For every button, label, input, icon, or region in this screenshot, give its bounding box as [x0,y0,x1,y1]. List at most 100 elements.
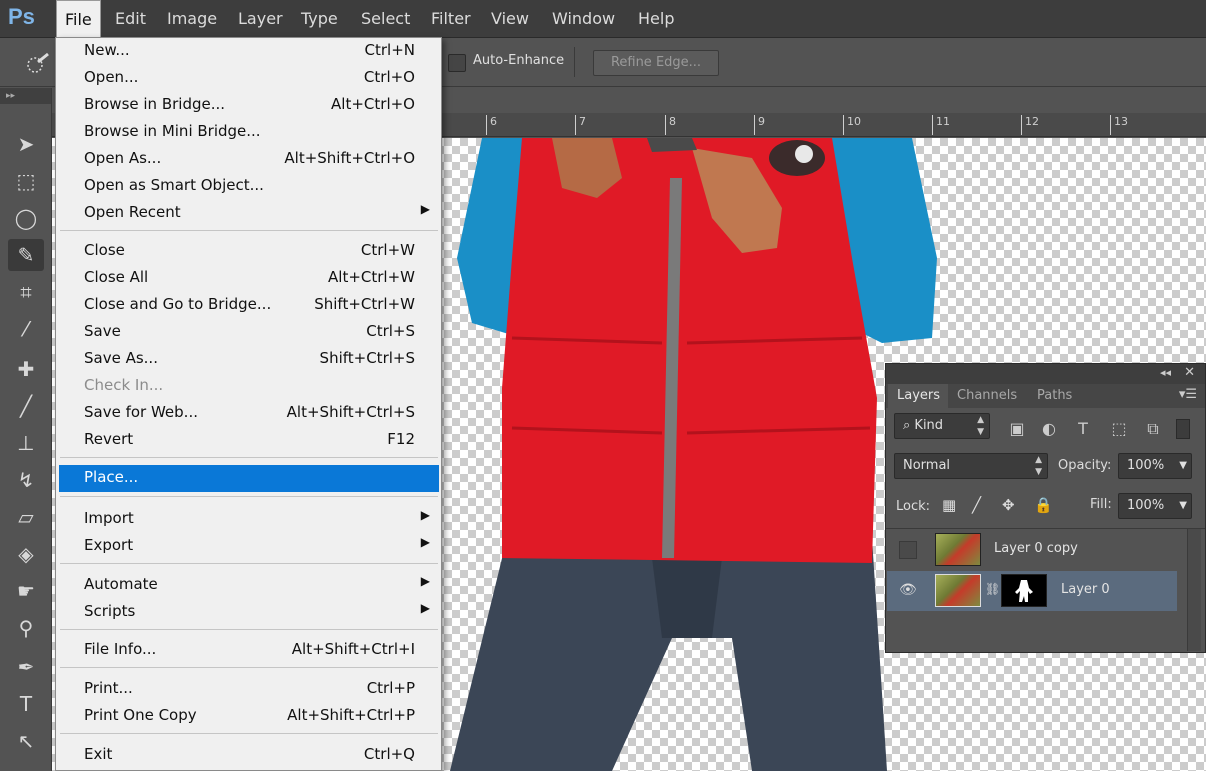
fill-field[interactable]: 100% ▼ [1118,493,1192,519]
tab-paths[interactable]: Paths [1028,384,1082,408]
menu-image[interactable]: Image [159,0,225,38]
opacity-label: Opacity: [1058,458,1112,473]
menu-item-exit[interactable]: Exit Ctrl+Q [59,742,439,769]
menu-item-new[interactable]: New... Ctrl+N [59,38,439,65]
filter-smart-object-icon[interactable]: ⧉ [1142,419,1164,439]
pen-tool-icon[interactable]: ✒ [8,651,44,683]
menu-item-scripts[interactable]: Scripts ▶ [59,599,439,626]
menu-item-close-and-go-to-bridge[interactable]: Close and Go to Bridge... Shift+Ctrl+W [59,292,439,319]
layer-name[interactable]: Layer 0 copy [994,541,1078,556]
menu-item-open-as[interactable]: Open As... Alt+Shift+Ctrl+O [59,146,439,173]
ruler-tick: 6 [486,115,497,135]
layer-row-selected[interactable]: 👁 ⛓ Layer 0 [887,571,1177,611]
lock-transparent-icon[interactable]: ▦ [942,496,956,514]
menu-item-browse-in-bridge[interactable]: Browse in Bridge... Alt+Ctrl+O [59,92,439,119]
move-tool-icon[interactable]: ➤ [8,128,44,160]
menu-item-close[interactable]: Close Ctrl+W [59,238,439,265]
visibility-toggle[interactable] [899,541,917,559]
collapse-icon[interactable]: ◂◂ [1160,366,1171,379]
toolbox-collapse-handle[interactable]: ▸▸ [0,88,51,104]
options-divider [574,47,575,77]
menu-item-print[interactable]: Print... Ctrl+P [59,676,439,703]
menu-filter[interactable]: Filter [423,0,479,38]
menu-select[interactable]: Select [353,0,418,38]
dodge-tool-icon[interactable]: ⚲ [8,612,44,644]
path-selection-tool-icon[interactable]: ↖ [8,725,44,757]
lock-position-icon[interactable]: ✥ [1002,496,1015,514]
menu-item-save-as[interactable]: Save As... Shift+Ctrl+S [59,346,439,373]
menu-item-revert[interactable]: Revert F12 [59,427,439,454]
menu-item-file-info[interactable]: File Info... Alt+Shift+Ctrl+I [59,637,439,664]
tab-layers[interactable]: Layers [888,384,950,408]
lock-image-icon[interactable]: ╱ [972,496,981,514]
auto-enhance-checkbox[interactable] [448,54,466,72]
healing-brush-tool-icon[interactable]: ✚ [8,353,44,385]
menu-item-automate[interactable]: Automate ▶ [59,572,439,599]
link-icon[interactable]: ⛓ [985,582,1000,596]
tab-channels[interactable]: Channels [948,384,1027,408]
history-brush-tool-icon[interactable]: ↯ [8,464,44,496]
blend-mode-select[interactable]: Normal ▲ ▼ [894,453,1048,479]
paint-bucket-tool-icon[interactable]: ◈ [8,538,44,570]
filter-type-icon[interactable]: T [1072,419,1094,439]
panel-menu-icon[interactable]: ▾☰ [1179,387,1197,402]
menu-edit[interactable]: Edit [107,0,154,38]
menu-item-import[interactable]: Import ▶ [59,506,439,533]
type-tool-icon[interactable]: T [8,688,44,720]
quick-selection-tool-icon[interactable]: ✎ [8,239,44,271]
chevron-down-icon: ▼ [1179,500,1187,511]
filter-toggle-switch[interactable] [1176,419,1190,439]
filter-kind-select[interactable]: ⌕ Kind ▲ ▼ [894,413,990,439]
layers-panel: ◂◂ ✕ Layers Channels Paths ▾☰ ⌕ Kind ▲ ▼ ▣… [885,363,1206,653]
crop-tool-icon[interactable]: ⌗ [8,276,44,308]
quick-selection-tool-icon[interactable] [24,51,52,77]
menu-item-open-as-smart-object[interactable]: Open as Smart Object... [59,173,439,200]
clone-stamp-tool-icon[interactable]: ⊥ [8,427,44,459]
eye-icon[interactable]: 👁 [899,582,917,600]
menu-separator [60,457,438,458]
menu-item-save-for-web[interactable]: Save for Web... Alt+Shift+Ctrl+S [59,400,439,427]
menu-item-open[interactable]: Open... Ctrl+O [59,65,439,92]
filter-adjustment-icon[interactable]: ◐ [1038,419,1060,439]
menu-item-close-all[interactable]: Close All Alt+Ctrl+W [59,265,439,292]
chevron-down-icon: ▼ [1179,460,1187,471]
layer-thumbnail [935,533,981,566]
brush-tool-icon[interactable]: ╱ [8,390,44,422]
refine-edge-button[interactable]: Refine Edge... [593,50,719,76]
layer-name[interactable]: Layer 0 [1061,582,1110,597]
toolbox: ▸▸ ➤ ⬚ ◯ ✎ ⌗ ⁄ ✚ ╱ ⊥ ↯ ▱ ◈ ☛ ⚲ ✒ T ↖ [0,88,52,771]
menu-window[interactable]: Window [544,0,623,38]
menu-separator [60,230,438,231]
filter-shape-icon[interactable]: ⬚ [1108,419,1130,439]
lock-all-icon[interactable]: 🔒 [1034,496,1053,514]
menu-item-browse-in-mini-bridge[interactable]: Browse in Mini Bridge... [59,119,439,146]
menu-file[interactable]: File [56,0,101,38]
opacity-field[interactable]: 100% ▼ [1118,453,1192,479]
menu-item-export[interactable]: Export ▶ [59,533,439,560]
auto-enhance-label: Auto-Enhance [473,53,565,68]
panel-scrollbar[interactable] [1187,529,1201,651]
menu-item-save[interactable]: Save Ctrl+S [59,319,439,346]
ruler-tick: 7 [575,115,586,135]
menu-separator [60,629,438,630]
menu-item-place[interactable]: Place... [59,465,439,492]
eraser-tool-icon[interactable]: ▱ [8,501,44,533]
fill-label: Fill: [1090,497,1112,512]
menu-layer[interactable]: Layer [230,0,291,38]
smudge-tool-icon[interactable]: ☛ [8,575,44,607]
eyedropper-tool-icon[interactable]: ⁄ [8,313,44,345]
layer-row[interactable]: Layer 0 copy [887,530,1177,570]
submenu-arrow-icon: ▶ [420,574,430,588]
menu-type[interactable]: Type [293,0,346,38]
menu-item-print-one-copy[interactable]: Print One Copy Alt+Shift+Ctrl+P [59,703,439,730]
stepper-icon: ▲ ▼ [1035,455,1042,477]
lasso-tool-icon[interactable]: ◯ [8,202,44,234]
menu-view[interactable]: View [483,0,537,38]
menu-help[interactable]: Help [630,0,682,38]
marquee-tool-icon[interactable]: ⬚ [8,165,44,197]
filter-pixel-icon[interactable]: ▣ [1006,419,1028,439]
ruler-tick: 10 [843,115,861,135]
layer-mask-thumbnail[interactable] [1001,574,1047,607]
close-icon[interactable]: ✕ [1184,365,1195,380]
menu-item-open-recent[interactable]: Open Recent ▶ [59,200,439,227]
